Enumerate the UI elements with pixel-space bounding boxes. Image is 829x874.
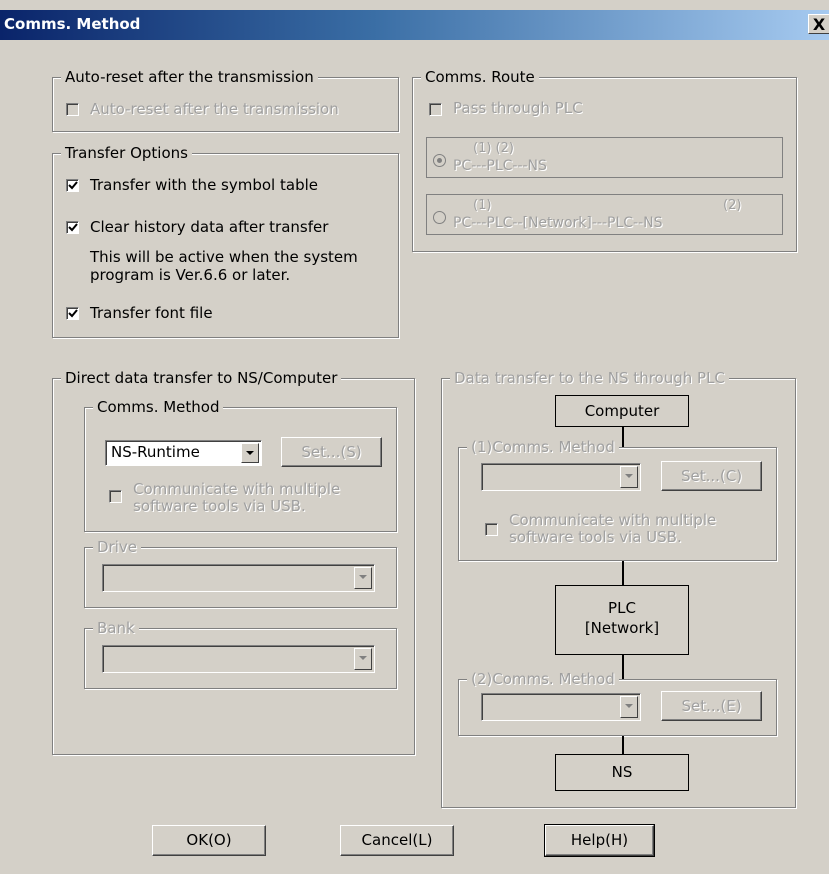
plc-transfer-group: Data transfer to the NS through PLC Comp… [441,368,796,808]
drive-group-label: Drive [93,537,141,557]
usb-multiple2-checkbox[interactable] [485,523,498,536]
route1-numbers: (1) (2) [473,141,514,156]
comms-method1-select[interactable] [481,463,641,491]
route1-radio[interactable] [433,154,446,167]
clear-history-checkbox[interactable] [66,221,79,234]
version-note-line1: This will be active when the system [90,248,358,266]
drive-select[interactable] [102,564,375,592]
font-file-label: Transfer font file [90,304,213,322]
route2-text: PC---PLC--[Network]---PLC--NS [453,215,663,231]
route1-text: PC---PLC---NS [453,158,547,174]
plc-network-box: PLC [Network] [555,585,689,655]
auto-reset-group-label: Auto-reset after the transmission [61,67,318,87]
plc-box-line2: [Network] [584,619,660,637]
title-bar: Comms. Method X [0,10,829,40]
window-title: Comms. Method [4,15,141,33]
set-e-button[interactable]: Set...(E) [661,691,762,721]
chevron-down-icon[interactable] [241,443,259,463]
set-c-button[interactable]: Set...(C) [661,461,762,491]
connector-line [622,427,624,447]
version-note-line2: program is Ver.6.6 or later. [90,266,291,284]
chevron-down-icon[interactable] [354,648,372,670]
connector-line [622,561,624,585]
auto-reset-checkbox-label: Auto-reset after the transmission [90,100,339,118]
comms-method-value: NS-Runtime [111,443,200,461]
clear-history-label: Clear history data after transfer [90,218,329,236]
comms-method2-group: (2)Comms. Method Set...(E) [458,669,777,736]
close-button[interactable]: X [808,14,829,34]
symbol-table-label: Transfer with the symbol table [90,176,318,194]
drive-group: Drive [84,537,397,608]
plc-transfer-group-label: Data transfer to the NS through PLC [450,368,729,388]
cancel-button[interactable]: Cancel(L) [340,825,454,856]
ok-button[interactable]: OK(O) [152,825,266,856]
usb-multiple-line1: Communicate with multiple [133,480,341,498]
usb-multiple2-line2: software tools via USB. [509,528,682,546]
bank-group-label: Bank [93,618,139,638]
comms-method-select[interactable]: NS-Runtime [105,440,262,466]
comms-method2-group-label: (2)Comms. Method [467,669,619,689]
plc-box-line1: PLC [608,599,636,617]
route2-number1: (1) [473,198,492,213]
computer-box: Computer [555,395,689,427]
set-s-button[interactable]: Set...(S) [281,437,382,467]
chevron-down-icon[interactable] [354,567,372,589]
route2-option[interactable]: (1) (2) PC---PLC--[Network]---PLC--NS [426,194,783,235]
comms-method1-group-label: (1)Comms. Method [467,437,619,457]
connector-line [622,655,624,679]
checkmark-icon [68,181,78,190]
auto-reset-group: Auto-reset after the transmission Auto-r… [52,67,399,132]
usb-multiple2-line1: Communicate with multiple [509,511,717,529]
symbol-table-checkbox[interactable] [66,179,79,192]
route2-number2: (2) [723,198,742,213]
comms-route-group-label: Comms. Route [421,67,539,87]
bank-group: Bank [84,618,397,689]
direct-transfer-group: Direct data transfer to NS/Computer Comm… [52,368,415,755]
route1-option[interactable]: (1) (2) PC---PLC---NS [426,137,783,178]
ns-box: NS [555,754,689,791]
pass-through-plc-label: Pass through PLC [453,99,583,117]
checkmark-icon [68,309,78,318]
usb-multiple-line2: software tools via USB. [133,497,306,515]
transfer-options-group-label: Transfer Options [61,143,192,163]
route2-radio[interactable] [433,211,446,224]
bank-select[interactable] [102,645,375,673]
connector-line [622,736,624,754]
font-file-checkbox[interactable] [66,307,79,320]
transfer-options-group: Transfer Options Transfer with the symbo… [52,143,399,338]
direct-transfer-group-label: Direct data transfer to NS/Computer [61,368,342,388]
comms-method-group-label: Comms. Method [93,397,224,417]
pass-through-plc-checkbox[interactable] [429,103,442,116]
chevron-down-icon[interactable] [620,466,638,488]
comms-method1-group: (1)Comms. Method Set...(C) Communicate w… [458,437,777,561]
help-button[interactable]: Help(H) [544,824,655,857]
checkmark-icon [68,223,78,232]
chevron-down-icon[interactable] [620,696,638,718]
comms-method2-select[interactable] [481,693,641,721]
usb-multiple-checkbox[interactable] [109,490,122,503]
comms-route-group: Comms. Route Pass through PLC (1) (2) PC… [412,67,797,252]
comms-method-group: Comms. Method NS-Runtime Set...(S) Commu… [84,397,397,532]
auto-reset-checkbox[interactable] [66,103,79,116]
